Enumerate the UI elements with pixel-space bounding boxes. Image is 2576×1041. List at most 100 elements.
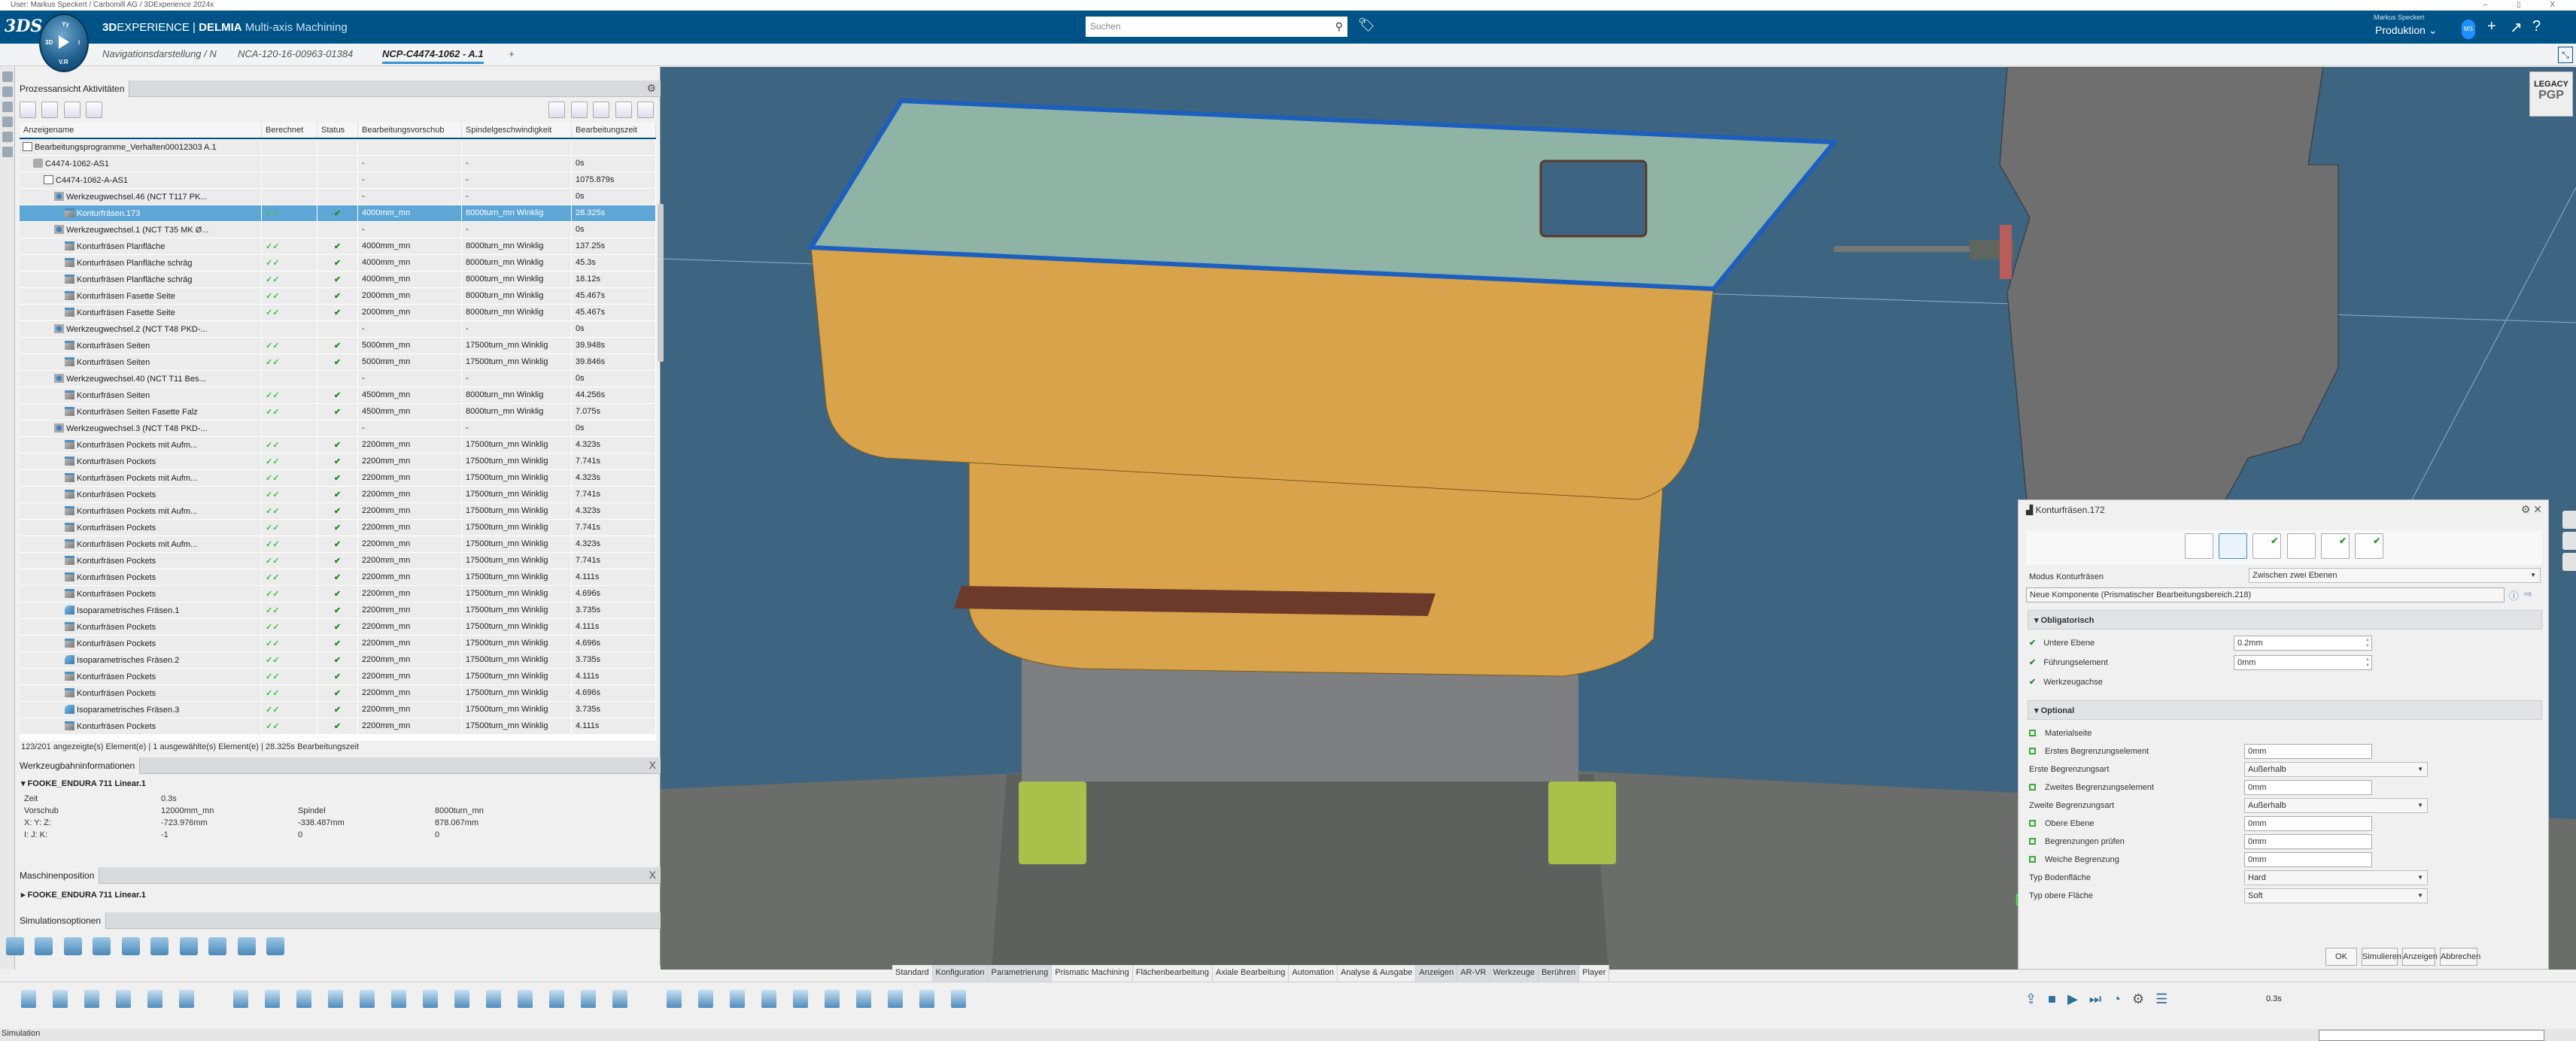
action-tab-prismatic-machining[interactable]: Prismatic Machining: [1052, 965, 1133, 982]
sim-cut-icon[interactable]: [208, 937, 227, 955]
tool-tab-icon[interactable]: [2184, 533, 2213, 559]
select-tool-icon[interactable]: [2562, 511, 2576, 529]
action-tab-parametrierung[interactable]: Parametrierung: [988, 965, 1053, 982]
multi-axis-icon[interactable]: [793, 990, 808, 1008]
col-status[interactable]: Status: [317, 123, 358, 138]
share-icon[interactable]: ↗: [2510, 18, 2523, 37]
window-controls[interactable]: – ▯ X: [2483, 0, 2568, 11]
macro-icon[interactable]: [888, 990, 903, 1008]
speed-tab-icon[interactable]: ✔: [2355, 533, 2384, 559]
sim-table-icon[interactable]: [237, 937, 256, 955]
checkbox-icon[interactable]: [2029, 820, 2036, 827]
machine-icon[interactable]: [63, 102, 80, 118]
checkbox-icon[interactable]: [2029, 730, 2036, 736]
action-tab-analyse-ausgabe[interactable]: Analyse & Ausgabe: [1337, 965, 1417, 982]
col-feed[interactable]: Bearbeitungsvorschub: [358, 123, 462, 138]
close-icon[interactable]: X: [649, 869, 656, 881]
untere-ebene-input[interactable]: 0.2mm ▲ ▼: [2234, 636, 2372, 651]
chart-icon[interactable]: [2, 132, 13, 142]
table-row[interactable]: Werkzeugwechsel.3 (NCT T48 PKD-... - -0s: [20, 420, 656, 437]
table-row[interactable]: Konturfräsen Pockets ✓✓ ✔ 2200mm_mn 17500tur…: [20, 487, 656, 503]
table-row[interactable]: Konturfräsen Seiten ✓✓ ✔ 5000mm_mn 17500turn…: [20, 338, 656, 354]
checkbox-icon[interactable]: [2029, 748, 2036, 754]
sim-path-view-icon[interactable]: [93, 937, 111, 955]
table-row[interactable]: Isoparametrisches Fräsen.3 ✓✓ ✔ 2200mm_mn 17…: [20, 702, 656, 718]
folder-icon[interactable]: [2, 71, 13, 82]
toolpath-machine[interactable]: ▾ FOOKE_ENDURA 711 Linear.1: [21, 778, 146, 788]
legacy-pgp-badge[interactable]: LEGACY PGP: [2529, 71, 2573, 117]
pruefen-input[interactable]: 0mm: [2244, 834, 2372, 849]
export-icon[interactable]: ⇪: [2025, 991, 2037, 1006]
tab-navigation[interactable]: Navigationsdarstellung / N: [102, 48, 217, 59]
play-icon[interactable]: ▶: [2067, 991, 2078, 1006]
reaming-icon[interactable]: [518, 990, 533, 1008]
table-row[interactable]: Isoparametrisches Fräsen.2 ✓✓ ✔ 2200mm_mn 17…: [20, 652, 656, 669]
settings-icon[interactable]: ⚙: [2132, 991, 2144, 1006]
col-spindle[interactable]: Spindelgeschwindigkeit: [462, 123, 572, 138]
search-input[interactable]: Suchen ⚲: [1086, 17, 1347, 37]
sim-points-icon[interactable]: [179, 937, 198, 955]
contour-icon[interactable]: [581, 990, 596, 1008]
macros-tab-icon[interactable]: [2286, 533, 2316, 559]
action-tab-standard[interactable]: Standard: [892, 965, 933, 982]
cut-icon[interactable]: [21, 990, 36, 1008]
drill-icon[interactable]: [391, 990, 406, 1008]
simulate-button[interactable]: Simulieren: [2362, 948, 2401, 966]
spinner-icon[interactable]: ▲ ▼: [2365, 657, 2370, 669]
zweites-input[interactable]: 0mm: [2244, 780, 2372, 795]
mandatory-section[interactable]: ▾ Obligatorisch: [2028, 610, 2542, 630]
part-icon[interactable]: [2, 102, 13, 112]
action-tab-ber-hren[interactable]: Berühren: [1538, 965, 1580, 982]
geometry-tab-icon[interactable]: [2218, 533, 2247, 559]
optional-section[interactable]: ▾ Optional: [2028, 700, 2542, 720]
table-row[interactable]: Konturfräsen Pockets ✓✓ ✔ 2200mm_mn 17500tur…: [20, 586, 656, 602]
gear-icon[interactable]: ⚙: [2521, 503, 2531, 515]
col-name[interactable]: Anzeigename: [20, 123, 262, 138]
export-icon[interactable]: ⇨: [2524, 588, 2532, 600]
col-time[interactable]: Bearbeitungszeit: [572, 123, 656, 138]
action-tab-anzeigen[interactable]: Anzeigen: [1416, 965, 1458, 982]
role-dropdown[interactable]: Produktion ⌄: [2375, 24, 2438, 37]
help-icon[interactable]: ?: [2532, 18, 2541, 35]
feeds-tab-icon[interactable]: ✔: [2321, 533, 2350, 559]
expand-tree-icon[interactable]: [41, 102, 59, 118]
table-row[interactable]: Werkzeugwechsel.40 (NCT T11 Bes... - -0s: [20, 371, 656, 387]
settings-icon[interactable]: [615, 102, 632, 118]
filter-icon[interactable]: [2, 117, 13, 127]
sim-machine-icon[interactable]: [6, 937, 24, 955]
sim-tool-icon[interactable]: [35, 937, 53, 955]
compute-icon[interactable]: [86, 102, 103, 118]
table-row[interactable]: Werkzeugwechsel.1 (NCT T35 MK Ø... - -0s: [20, 222, 656, 238]
table-row[interactable]: Konturfräsen Planfläche schräg ✓✓ ✔ 4000mm_…: [20, 255, 656, 272]
table-row[interactable]: Konturfräsen Planfläche ✓✓ ✔ 4000mm_mn 8000t…: [20, 238, 656, 255]
table-row[interactable]: Konturfräsen Pockets ✓✓ ✔ 2200mm_mn 17500tur…: [20, 669, 656, 685]
columns-icon[interactable]: [593, 102, 610, 118]
step-icon[interactable]: ⏭: [2089, 991, 2101, 1006]
side-tool-icon[interactable]: [2562, 553, 2576, 571]
thread-icon[interactable]: [454, 990, 469, 1008]
table-row[interactable]: Konturfräsen Seiten ✓✓ ✔ 4500mm_mn 8000turn_…: [20, 387, 656, 404]
table-row[interactable]: C4474-1062-AS1- -0s: [20, 156, 656, 172]
tab-nca[interactable]: NCA-120-16-00963-01384: [238, 48, 353, 59]
gear-icon[interactable]: ⚙: [646, 82, 656, 95]
pocket-icon[interactable]: [296, 990, 311, 1008]
search-icon[interactable]: [548, 102, 566, 118]
action-tab-konfiguration[interactable]: Konfiguration: [932, 965, 989, 982]
table-row[interactable]: Konturfräsen Fasette Seite ✓✓ ✔ 2000mm_mn 80…: [20, 305, 656, 321]
stop-icon[interactable]: ■: [2048, 991, 2056, 1006]
fuehrung-input[interactable]: 0mm ▲ ▼: [2234, 655, 2372, 670]
search-icon[interactable]: ⚲: [1335, 17, 1343, 37]
table-row[interactable]: Konturfräsen Pockets ✓✓ ✔ 2200mm_mn 17500tur…: [20, 553, 656, 569]
obere-input[interactable]: 0mm: [2244, 816, 2372, 831]
weiche-input[interactable]: 0mm: [2244, 852, 2372, 867]
erste-art-select[interactable]: Außerhalb ▼: [2244, 762, 2428, 777]
table-row[interactable]: Konturfräsen Pockets ✓✓ ✔ 2200mm_mn 17500tur…: [20, 685, 656, 702]
compass-widget[interactable]: Yy 3D i V.R: [39, 14, 89, 72]
component-field[interactable]: Neue Komponente (Prismatischer Bearbeitu…: [2026, 587, 2505, 602]
show-button[interactable]: Anzeigen: [2402, 948, 2438, 966]
copy-icon[interactable]: [53, 990, 68, 1008]
undo-icon[interactable]: [116, 990, 131, 1008]
filter-tree-icon[interactable]: [20, 102, 36, 118]
list-icon[interactable]: ☰: [2155, 991, 2167, 1006]
table-row[interactable]: Konturfräsen Pockets ✓✓ ✔ 2200mm_mn 17500tur…: [20, 520, 656, 536]
